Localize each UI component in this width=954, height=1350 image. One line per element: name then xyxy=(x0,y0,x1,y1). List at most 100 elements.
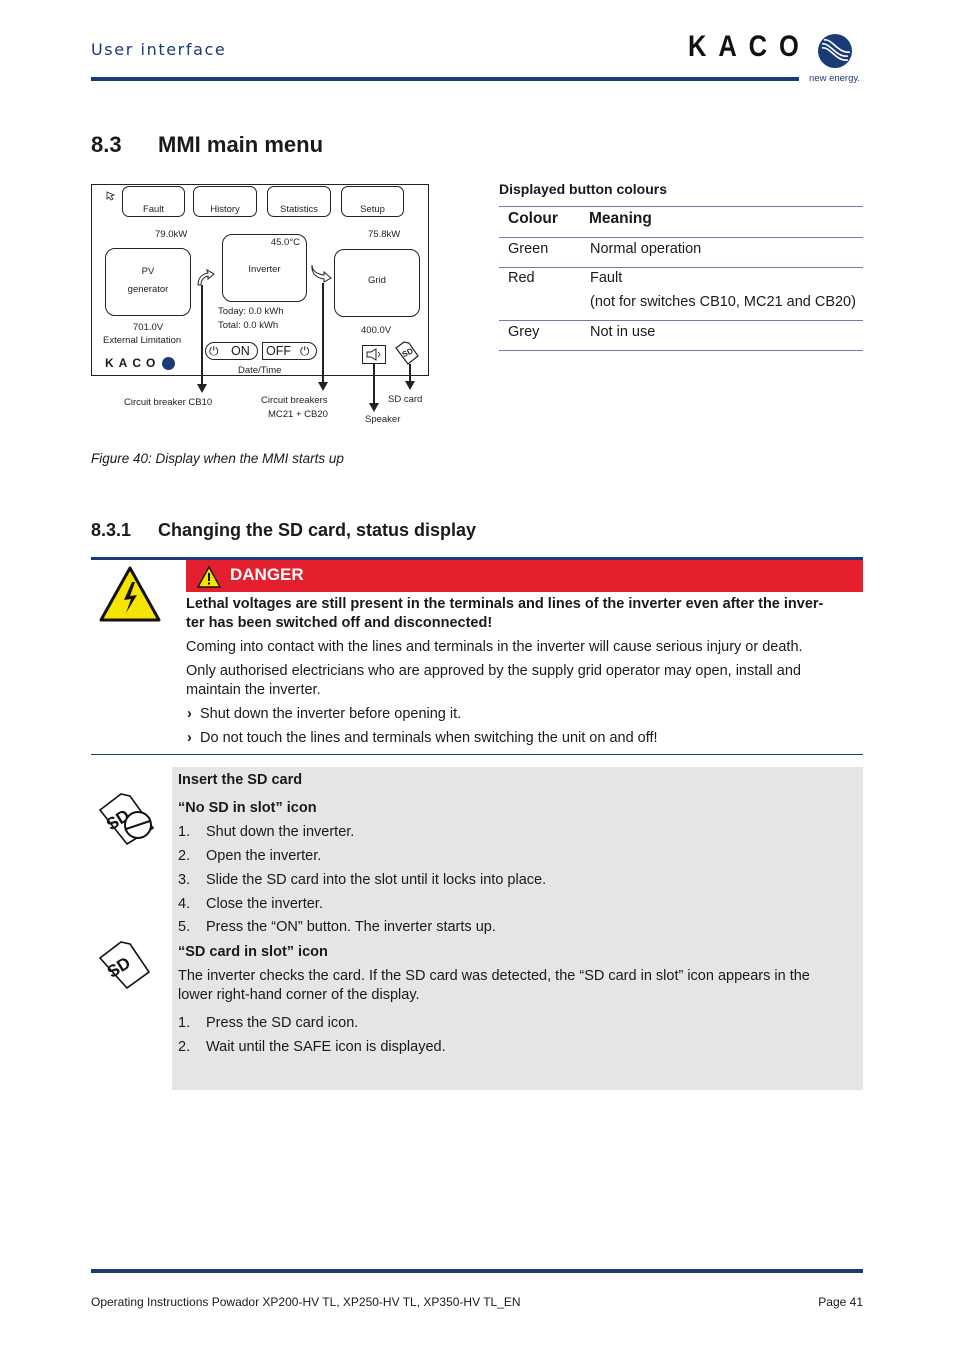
section-title: MMI main menu xyxy=(158,132,324,157)
speaker-button[interactable] xyxy=(362,345,386,364)
off-button[interactable]: OFF ⏻ xyxy=(262,342,317,360)
subsection-title: Changing the SD card, status display xyxy=(158,520,477,540)
pv-label-2: generator xyxy=(127,284,169,295)
table-rule xyxy=(499,206,863,207)
menu-button-label: Setup xyxy=(360,204,385,215)
step-number: 1. xyxy=(178,1015,191,1031)
sd-in-step: Press the SD card icon. xyxy=(206,1015,359,1031)
off-label: OFF xyxy=(266,344,291,358)
danger-bullet: Shut down the inverter before opening it… xyxy=(200,706,462,722)
danger-para2-line1: Only authorised electricians who are app… xyxy=(186,663,801,679)
pv-voltage: 701.0V xyxy=(133,322,164,333)
inverter-button[interactable]: 45.0°C Inverter xyxy=(222,234,307,302)
table-cell-meaning: Fault xyxy=(590,270,623,286)
menu-button-label: History xyxy=(210,204,240,215)
flow-arrow-inverter-to-grid-icon xyxy=(309,262,333,288)
bullet-icon: › xyxy=(187,706,192,722)
danger-bullet: Do not touch the lines and terminals whe… xyxy=(200,730,658,746)
pv-power: 79.0kW xyxy=(155,229,188,240)
table-rule xyxy=(499,320,863,321)
figure-caption: Figure 40: Display when the MMI starts u… xyxy=(91,451,344,466)
header-rule xyxy=(91,77,799,81)
power-icon: ⏻ xyxy=(300,344,310,358)
callout-line-speaker xyxy=(373,364,375,404)
kaco-wave-icon xyxy=(818,34,852,68)
step-number: 2. xyxy=(178,1039,191,1055)
logo-tagline: new energy. xyxy=(809,73,861,84)
danger-bottom-rule xyxy=(91,754,863,755)
header-section-title: User interface xyxy=(91,40,227,59)
footer-page-number: Page 41 xyxy=(818,1295,863,1309)
danger-bold-line1: Lethal voltages are still present in the… xyxy=(186,596,824,612)
menu-button-history[interactable]: History xyxy=(193,186,257,217)
callout-line-cb10 xyxy=(201,285,203,385)
callout-speaker: Speaker xyxy=(365,414,401,425)
sd-in-heading: “SD card in slot” icon xyxy=(178,944,328,960)
table-header-colour: Colour xyxy=(508,210,558,227)
table-rule xyxy=(499,350,863,351)
table-cell-colour: Red xyxy=(508,270,535,286)
footer-rule xyxy=(91,1269,863,1273)
step-number: 5. xyxy=(178,919,191,935)
no-sd-step: Shut down the inverter. xyxy=(206,824,355,840)
danger-label: DANGER xyxy=(230,565,304,584)
sd-in-step: Wait until the SAFE icon is displayed. xyxy=(206,1039,446,1055)
grid-voltage: 400.0V xyxy=(361,325,392,336)
sd-card-button[interactable]: SD xyxy=(394,340,420,370)
table-cell-colour: Grey xyxy=(508,324,540,340)
on-button[interactable]: ⏻ ON xyxy=(205,342,258,360)
callout-arrowhead xyxy=(405,381,415,390)
table-cell-note: (not for switches CB10, MC21 and CB20) xyxy=(590,294,856,310)
no-sd-step: Slide the SD card into the slot until it… xyxy=(206,872,547,888)
no-sd-step: Press the “ON” button. The inverter star… xyxy=(206,919,496,935)
sd-in-para-line2: lower right-hand corner of the display. xyxy=(178,987,420,1003)
grid-button[interactable]: Grid xyxy=(334,249,420,317)
section-number: 8.3 xyxy=(91,132,122,157)
menu-button-label: Fault xyxy=(142,204,165,215)
cursor-icon xyxy=(106,186,116,205)
callout-sd-card: SD card xyxy=(388,394,423,405)
table-cell-meaning: Normal operation xyxy=(590,241,702,257)
total-energy: Total: 0.0 kWh xyxy=(218,320,279,331)
step-number: 1. xyxy=(178,824,191,840)
callout-mc21-line1: Circuit breakers xyxy=(261,395,328,406)
footer-doc-title: Operating Instructions Powador XP200-HV … xyxy=(91,1295,521,1309)
high-voltage-warning-icon xyxy=(99,566,161,626)
danger-para1: Coming into contact with the lines and t… xyxy=(186,639,803,655)
no-sd-heading: “No SD in slot” icon xyxy=(178,800,317,816)
kaco-logo: KACO xyxy=(688,30,811,63)
callout-line-mc21 xyxy=(322,283,324,383)
callout-arrowhead xyxy=(369,403,379,412)
flow-arrow-pv-to-inverter-icon xyxy=(194,266,216,292)
menu-button-setup[interactable]: Setup xyxy=(341,186,404,217)
today-energy: Today: 0.0 kWh xyxy=(218,306,284,317)
sd-in-para-line1: The inverter checks the card. If the SD … xyxy=(178,968,810,984)
screen-kaco-logo: KACO xyxy=(105,356,161,370)
external-limitation: External Limitation xyxy=(103,335,182,346)
sd-card-in-slot-icon: SD xyxy=(97,940,153,994)
pv-generator-button[interactable]: PV generator xyxy=(105,248,191,316)
callout-mc21-line2: MC21 + CB20 xyxy=(268,409,328,420)
warning-triangle-icon xyxy=(196,565,222,593)
bullet-icon: › xyxy=(187,730,192,746)
table-rule xyxy=(499,237,863,238)
danger-para2-line2: maintain the inverter. xyxy=(186,682,321,698)
inverter-temperature: 45.0°C xyxy=(270,237,300,248)
callout-cb10: Circuit breaker CB10 xyxy=(124,397,213,408)
power-icon: ⏻ xyxy=(209,344,219,358)
callout-line-sd xyxy=(409,364,411,382)
callout-arrowhead xyxy=(318,382,328,391)
grid-label: Grid xyxy=(368,275,386,286)
step-number: 3. xyxy=(178,872,191,888)
step-number: 2. xyxy=(178,848,191,864)
colour-table-title: Displayed button colours xyxy=(499,181,668,197)
menu-button-statistics[interactable]: Statistics xyxy=(267,186,331,217)
menu-button-fault[interactable]: Fault xyxy=(122,186,185,217)
table-rule xyxy=(499,267,863,268)
table-header-meaning: Meaning xyxy=(589,210,652,227)
no-sd-in-slot-icon: SD xyxy=(97,792,159,851)
subsection-number: 8.3.1 xyxy=(91,520,132,540)
on-label: ON xyxy=(231,344,250,358)
grid-power: 75.8kW xyxy=(368,229,401,240)
no-sd-step: Close the inverter. xyxy=(206,896,323,912)
